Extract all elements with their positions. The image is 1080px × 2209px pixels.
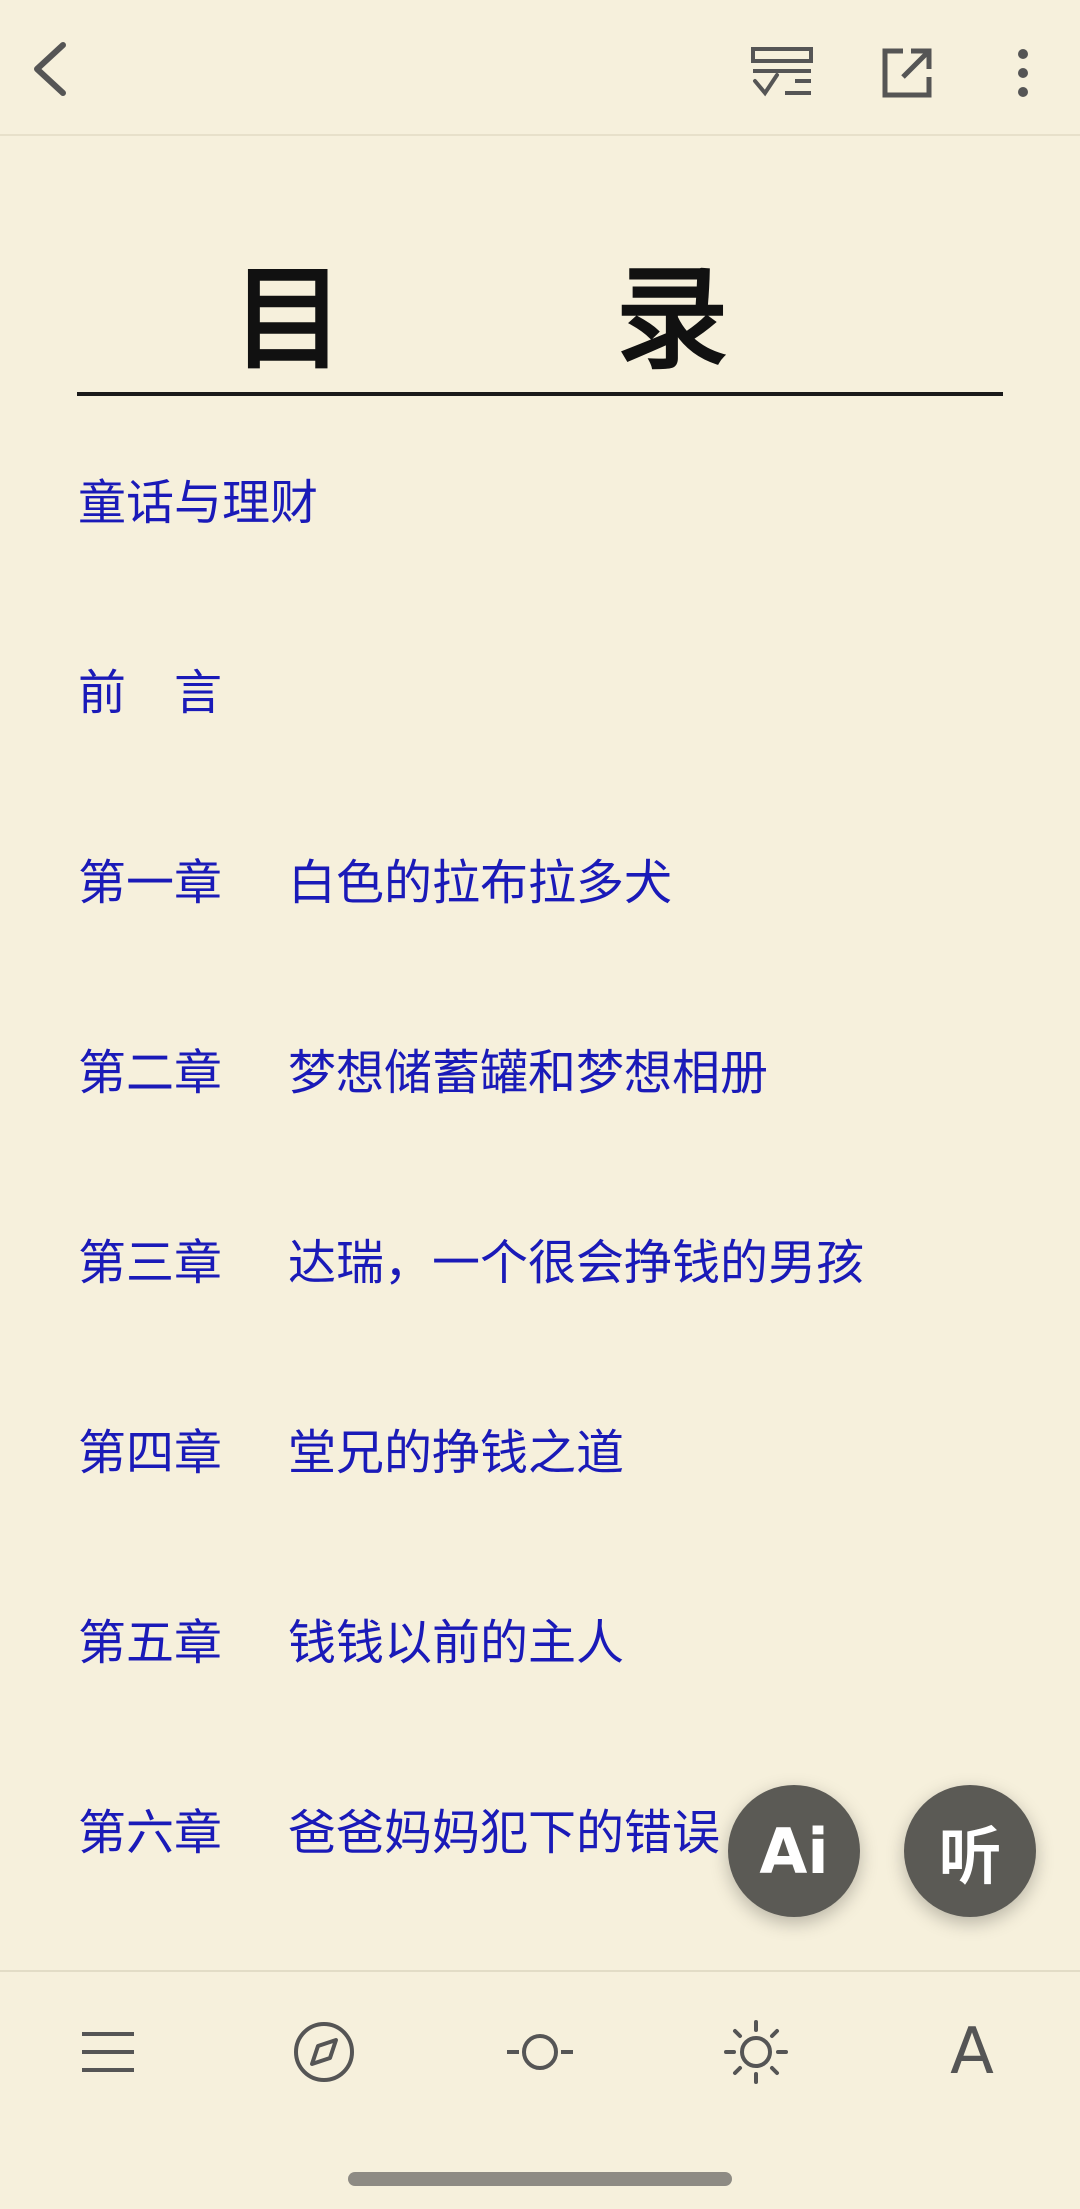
toc-item[interactable]: 第二章 梦想储蓄罐和梦想相册	[78, 1020, 1018, 1210]
ai-button-label: Ai	[759, 1814, 829, 1888]
toc-item[interactable]: 第六章 爸爸妈妈犯下的错误	[78, 1780, 1018, 1970]
top-toolbar	[0, 0, 1080, 136]
progress-button[interactable]	[500, 2012, 580, 2092]
toc-item-title: 爸爸妈妈犯下的错误	[288, 1805, 721, 1861]
toc-item[interactable]: 第五章 钱钱以前的主人	[78, 1590, 1018, 1780]
external-link-icon	[882, 48, 932, 98]
compass-icon	[294, 2022, 354, 2082]
font-size-icon: A	[950, 2015, 994, 2089]
progress-icon	[507, 2034, 573, 2070]
brightness-icon	[724, 2020, 788, 2084]
toc-item[interactable]: 童话与理财	[78, 450, 1018, 640]
back-button[interactable]	[14, 34, 84, 104]
share-button[interactable]	[872, 38, 942, 108]
toc-list: 童话与理财 前 言 第一章 白色的拉布拉多犬 第二章 梦想储蓄罐和梦想相册 第三…	[78, 450, 1018, 1970]
toc-item[interactable]: 第一章 白色的拉布拉多犬	[78, 830, 1018, 1020]
toc-item-title: 白色的拉布拉多犬	[288, 855, 673, 911]
brightness-button[interactable]	[716, 2012, 796, 2092]
font-settings-button[interactable]: A	[932, 2012, 1012, 2092]
toc-item-number: 第四章	[78, 1425, 223, 1481]
bookmark-check-icon	[751, 47, 813, 97]
toc-item-title: 堂兄的挣钱之道	[288, 1425, 625, 1481]
toc-item-number: 第五章	[78, 1615, 223, 1671]
toc-item-number: 第二章	[78, 1045, 223, 1101]
toc-item-title: 梦想储蓄罐和梦想相册	[288, 1045, 769, 1101]
contents-button[interactable]	[68, 2012, 148, 2092]
toc-title: 目 录	[232, 255, 808, 385]
toc-item-title: 达瑞，一个很会挣钱的男孩	[288, 1235, 865, 1291]
listen-button[interactable]: 听	[904, 1785, 1036, 1917]
title-divider	[77, 392, 1003, 396]
listen-button-label: 听	[938, 1820, 1001, 1893]
toc-item-number: 第一章	[78, 855, 223, 911]
toc-item-title: 钱钱以前的主人	[288, 1615, 625, 1671]
toc-item-title: 童话与理财	[78, 475, 319, 531]
more-vertical-icon	[1018, 49, 1028, 97]
menu-icon	[82, 2032, 134, 2072]
chevron-left-icon	[34, 42, 66, 96]
toc-item-number: 第六章	[78, 1805, 223, 1861]
toc-item[interactable]: 前 言	[78, 640, 1018, 830]
explore-button[interactable]	[284, 2012, 364, 2092]
bookmark-check-button[interactable]	[740, 38, 824, 108]
home-indicator[interactable]	[348, 2172, 732, 2186]
ai-button[interactable]: Ai	[728, 1785, 860, 1917]
toc-item[interactable]: 第三章 达瑞，一个很会挣钱的男孩	[78, 1210, 1018, 1400]
toc-item-number: 第三章	[78, 1235, 223, 1291]
bottom-toolbar: A	[0, 1970, 1080, 2130]
more-button[interactable]	[998, 38, 1048, 108]
toc-item[interactable]: 第四章 堂兄的挣钱之道	[78, 1400, 1018, 1590]
toc-item-title: 前 言	[78, 665, 223, 721]
